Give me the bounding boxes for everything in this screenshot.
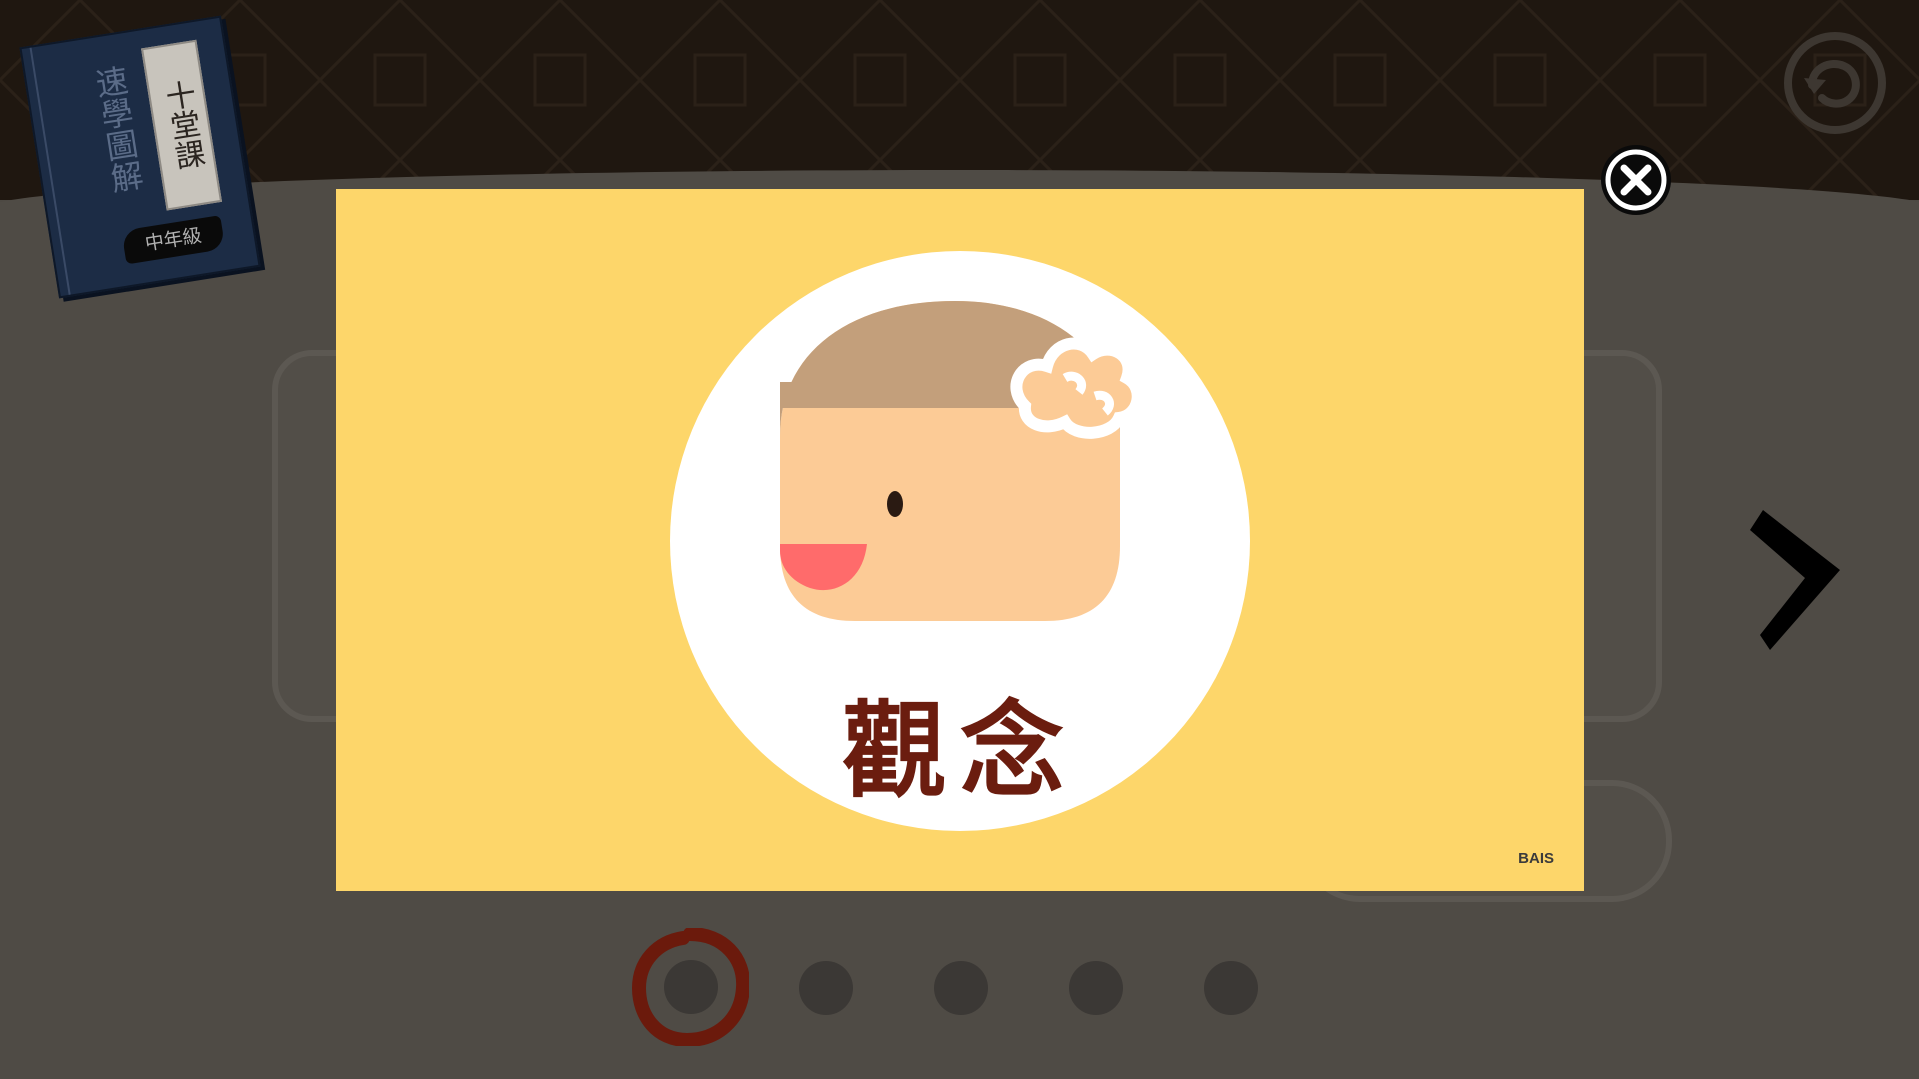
close-button[interactable] xyxy=(1601,145,1671,215)
concept-circle: 觀念 xyxy=(670,251,1250,831)
chevron-right-icon xyxy=(1750,510,1840,650)
page-dot-4[interactable] xyxy=(1069,961,1123,1015)
brain-head-icon xyxy=(780,301,1144,621)
close-icon xyxy=(1605,149,1667,211)
page-dot-5[interactable] xyxy=(1204,961,1258,1015)
page-dot-2[interactable] xyxy=(799,961,853,1015)
page-dot-3[interactable] xyxy=(934,961,988,1015)
book-title: 十堂課 xyxy=(141,39,223,211)
concept-label: 觀念 xyxy=(841,690,1078,812)
book-subtitle: 速學圖解 xyxy=(88,63,147,196)
book-logo[interactable]: 十堂課 速學圖解 中年級 xyxy=(19,15,261,299)
back-arrow-icon xyxy=(1784,32,1886,134)
concept-modal: 觀念 BAIS xyxy=(336,189,1584,891)
credit-text: BAIS xyxy=(1518,850,1554,867)
next-button[interactable] xyxy=(1745,500,1855,660)
back-button[interactable] xyxy=(1782,30,1888,136)
active-ring-icon xyxy=(631,927,751,1048)
page-dot-1-active[interactable] xyxy=(631,927,751,1048)
